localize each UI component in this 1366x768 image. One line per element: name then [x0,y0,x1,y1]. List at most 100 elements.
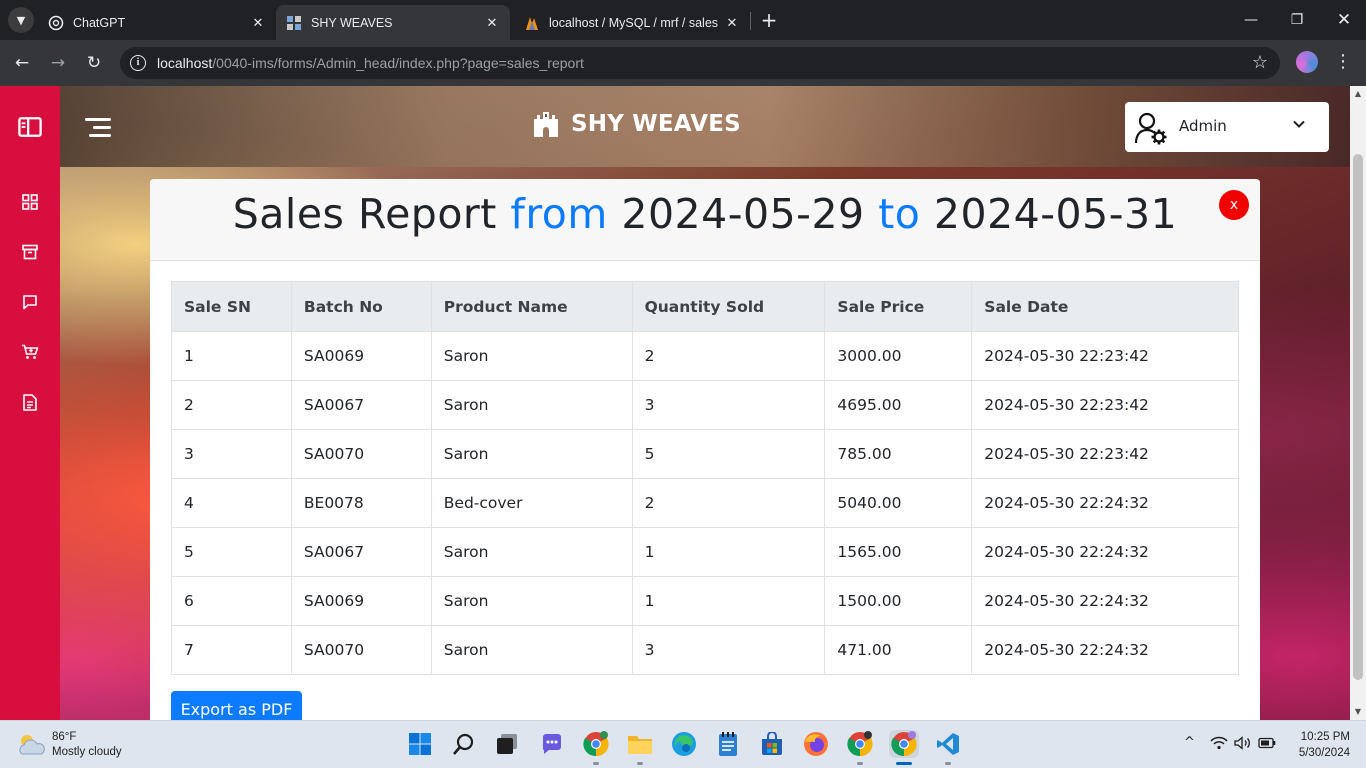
restore-button[interactable]: ❐ [1285,8,1309,32]
edge-icon[interactable] [670,730,698,758]
cell-sale-sn: 3 [171,429,292,479]
user-dropdown[interactable]: Admin [1125,102,1329,152]
cell-sale-price: 471.00 [824,625,973,675]
table-row: 4 BE0078 Bed-cover 2 5040.00 2024-05-30 … [171,478,1239,528]
chatgpt-icon [48,15,64,30]
brand[interactable]: SHY WEAVES [532,110,741,138]
store-icon[interactable] [758,730,786,758]
sidebar [0,86,60,720]
cell-product-name: Saron [430,527,633,577]
tab-search-button[interactable]: ▼ [8,7,34,33]
windows-taskbar: 86°F Mostly cloudy ^ 10:25 PM 5/30/2024 [0,720,1366,768]
forward-button[interactable]: → [46,51,70,75]
cell-sale-price: 1500.00 [824,576,973,626]
running-indicator [637,762,643,765]
cell-sale-date: 2024-05-30 22:24:32 [971,625,1239,675]
cell-product-name: Saron [430,429,633,479]
cell-product-name: Saron [430,331,633,381]
tab-title: ChatGPT [73,15,126,30]
cell-batch-no: SA0067 [290,527,432,577]
close-report-button[interactable]: x [1219,190,1249,220]
top-header: SHY WEAVES Admin [60,86,1350,167]
cell-sale-price: 1565.00 [824,527,973,577]
notepad-icon[interactable] [714,730,742,758]
weather-widget[interactable]: 86°F Mostly cloudy [16,730,122,760]
volume-icon[interactable] [1234,736,1252,754]
dashboard-icon[interactable] [18,190,42,214]
user-settings-icon [1134,112,1167,145]
title-to-word: to [878,190,921,238]
cell-sale-sn: 4 [171,478,292,528]
back-button[interactable]: ← [10,51,34,75]
system-clock[interactable]: 10:25 PM 5/30/2024 [1280,729,1350,761]
page-scrollbar[interactable]: ▲ ▼ [1350,86,1366,720]
weather-temp: 86°F [52,731,77,743]
chat-icon[interactable] [538,730,566,758]
chrome-profile-b-icon[interactable] [846,730,874,758]
address-bar[interactable]: i localhost/0040-ims/forms/Admin_head/in… [120,47,1280,79]
cloudy-weather-icon [19,735,45,755]
tab-close-icon[interactable]: ✕ [250,15,266,31]
chrome-active-icon[interactable] [889,730,919,758]
menu-toggle-icon[interactable] [85,118,111,138]
tab-chatgpt[interactable]: ChatGPT ✕ [38,5,276,40]
start-button[interactable] [406,730,434,758]
tab-separator [750,12,751,30]
cell-batch-no: SA0070 [290,429,432,479]
table-row: 2 SA0067 Saron 3 4695.00 2024-05-30 22:2… [171,380,1239,430]
scrollbar-thumb[interactable] [1353,154,1363,680]
archive-icon[interactable] [18,240,42,264]
export-pdf-button[interactable]: Export as PDF [171,691,302,720]
column-header: Batch No [290,281,432,332]
cell-product-name: Saron [430,576,633,626]
show-hidden-icons-chevron-icon[interactable]: ^ [1184,735,1195,750]
site-info-icon[interactable]: i [130,55,146,71]
title-prefix: Sales Report [232,190,497,238]
cell-quantity-sold: 2 [631,478,826,528]
message-icon[interactable] [18,290,42,314]
browser-menu-icon[interactable]: ⋮ [1333,51,1353,73]
tab-phpmyadmin[interactable]: localhost / MySQL / mrf / sales ✕ [514,5,750,40]
cell-batch-no: SA0070 [290,625,432,675]
battery-icon[interactable] [1258,737,1276,753]
tab-close-icon[interactable]: ✕ [484,15,500,31]
task-view-icon[interactable] [493,730,521,758]
bookmark-star-icon[interactable]: ☆ [1252,52,1268,73]
tab-close-icon[interactable]: ✕ [724,15,740,31]
phpmyadmin-icon [526,16,538,30]
running-indicator [857,762,863,765]
file-explorer-icon[interactable] [626,730,654,758]
cell-batch-no: BE0078 [290,478,432,528]
cell-batch-no: SA0067 [290,380,432,430]
vscode-icon[interactable] [934,730,962,758]
firefox-icon[interactable] [802,730,830,758]
column-header: Product Name [430,281,633,332]
url-path: /0040-ims/forms/Admin_head/index.php?pag… [212,55,584,71]
close-window-button[interactable]: ✕ [1332,8,1356,32]
profile-avatar[interactable] [1296,51,1318,73]
cart-icon[interactable] [18,340,42,364]
cell-sale-price: 3000.00 [824,331,973,381]
clock-date: 5/30/2024 [1298,747,1350,759]
cell-sale-price: 4695.00 [824,380,973,430]
column-header: Sale Price [824,281,973,332]
minimize-button[interactable]: — [1239,8,1263,32]
wifi-icon[interactable] [1210,736,1228,754]
reload-button[interactable]: ↻ [82,51,106,75]
report-icon[interactable] [18,390,42,414]
scroll-down-arrow-icon[interactable]: ▼ [1350,704,1366,720]
url-text[interactable]: localhost/0040-ims/forms/Admin_head/inde… [157,55,584,71]
cell-sale-date: 2024-05-30 22:23:42 [971,331,1239,381]
scroll-up-arrow-icon[interactable]: ▲ [1350,86,1366,102]
table-row: 5 SA0067 Saron 1 1565.00 2024-05-30 22:2… [171,527,1239,577]
chrome-profile-a-icon[interactable] [582,730,610,758]
new-tab-button[interactable]: + [758,9,780,31]
search-icon[interactable] [450,730,478,758]
site-icon [287,15,301,30]
table-row: 6 SA0069 Saron 1 1500.00 2024-05-30 22:2… [171,576,1239,626]
cell-sale-price: 5040.00 [824,478,973,528]
browser-tabstrip: ▼ ChatGPT ✕ SHY WEAVES ✕ localhost / MyS… [0,0,1366,40]
running-indicator [945,762,951,765]
tab-shy-weaves[interactable]: SHY WEAVES ✕ [276,5,510,40]
sidebar-toggle-icon[interactable] [18,115,42,139]
